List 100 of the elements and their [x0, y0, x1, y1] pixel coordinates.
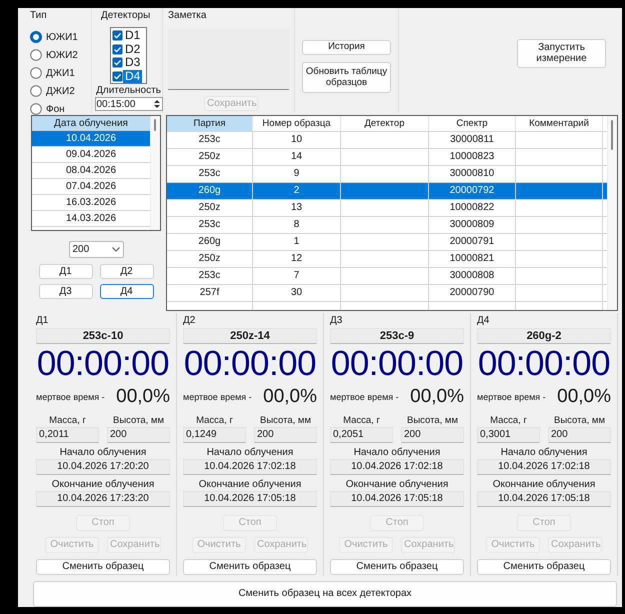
table-row[interactable]: 253c 7 30000808 [167, 268, 607, 285]
radio-option[interactable]: ДЖИ1 [30, 64, 91, 82]
field-label: Окончание облучения [50, 478, 156, 491]
dead-time-value: 00,0% [116, 386, 170, 408]
scrollbar[interactable] [150, 116, 160, 230]
table-cell: 250z [167, 200, 253, 216]
history-button[interactable]: История [302, 40, 391, 55]
timer-display: 00:00:00 [36, 346, 170, 382]
start-time-field: 10.04.2026 17:20:20 [36, 459, 170, 475]
table-row[interactable]: 260g 2 20000792 [167, 183, 607, 200]
table-cell: 9 [253, 166, 341, 182]
date-row[interactable]: 10.04.2026 [32, 131, 150, 147]
end-time-field: 10.04.2026 17:23:20 [36, 491, 170, 507]
table-row[interactable]: 250z 14 10000823 [167, 149, 607, 166]
table-cell: 10 [253, 132, 341, 148]
table-cell: 250z [167, 149, 253, 165]
mass-field: 0,2011 [36, 427, 99, 443]
group-label: Заметка [168, 10, 208, 22]
field-label: Масса, г [342, 414, 381, 427]
spinner-arrows-icon[interactable] [152, 98, 162, 110]
scrollbar[interactable] [607, 116, 617, 310]
change-sample-button[interactable]: Сменить образец [183, 559, 317, 575]
detector-button[interactable]: Д1 [38, 264, 92, 279]
checkbox-icon[interactable] [112, 57, 123, 68]
column-header[interactable]: Спектр [429, 116, 516, 131]
table-cell: 260g [167, 183, 253, 199]
field-label: Масса, г [489, 414, 528, 427]
mass-field: 0,3001 [477, 427, 540, 443]
field-label: Масса, г [195, 414, 234, 427]
radio-option[interactable]: ДЖИ2 [30, 82, 91, 100]
list-item[interactable]: D2 [112, 42, 145, 56]
note-field[interactable] [168, 29, 289, 90]
checkbox-icon[interactable] [112, 44, 123, 55]
column-header[interactable]: Дата облучения [32, 116, 150, 131]
table-cell: 8 [253, 217, 341, 233]
start-button[interactable]: Запустить измерение [517, 38, 606, 68]
mass-field: 0,1249 [183, 427, 246, 443]
count-dropdown[interactable]: 200 [68, 241, 124, 258]
field-label: Длительность [96, 85, 161, 97]
checkbox-icon[interactable] [112, 70, 123, 82]
height-field: 200 [401, 427, 464, 443]
radio-option[interactable]: Фон [30, 100, 91, 118]
table-row[interactable]: 253c 10 30000811 [167, 132, 607, 149]
field-label: Начало облучения [206, 446, 294, 459]
field-label: Окончание облучения [344, 478, 450, 491]
field-label: Высота, мм [406, 414, 459, 427]
detector-button[interactable]: Д3 [38, 284, 92, 299]
change-sample-button[interactable]: Сменить образец [477, 559, 611, 575]
column-header[interactable]: Номер образца [253, 116, 341, 131]
column-header[interactable]: Комментарий [516, 116, 603, 131]
sample-name: 253c-9 [330, 328, 464, 344]
chevron-down-icon [112, 247, 120, 252]
change-sample-button[interactable]: Сменить образец [330, 559, 464, 575]
detector-button[interactable]: Д2 [100, 264, 154, 279]
table-cell: 257f [167, 285, 253, 301]
table-row[interactable]: 250z 12 10000821 [167, 251, 607, 268]
column-header[interactable]: Партия [167, 116, 253, 131]
field-label: Высота, мм [553, 414, 606, 427]
column-header[interactable]: Детектор [341, 116, 429, 131]
dropdown-value: 200 [72, 244, 90, 255]
table-row[interactable]: 250z 13 10000822 [167, 200, 607, 217]
detector-label: Д3 [330, 315, 344, 326]
checkbox-icon[interactable] [112, 30, 123, 42]
table-cell: 30000811 [429, 132, 516, 148]
list-item[interactable]: D1 [112, 29, 145, 42]
change-all-button[interactable]: Сменить образец на всех детекторах [33, 581, 617, 607]
table-cell: 30000810 [429, 166, 516, 182]
radio-option[interactable]: ЮЖИ1 [30, 28, 91, 46]
refresh-button[interactable]: Обновить таблицу образцов [302, 62, 391, 93]
table-cell: 10000822 [429, 200, 516, 216]
list-item[interactable]: D3 [112, 56, 145, 70]
detector-button[interactable]: Д4 [100, 284, 154, 299]
start-time-field: 10.04.2026 17:02:18 [477, 459, 611, 475]
height-field: 200 [548, 427, 611, 443]
field-label: Масса, г [48, 414, 87, 427]
detector-label: Д1 [36, 315, 50, 326]
table-cell: 20000792 [429, 183, 516, 199]
duration-field[interactable]: 00:15:00 [94, 97, 162, 111]
field-label: Окончание облучения [492, 478, 596, 491]
table-cell: 20000790 [429, 285, 516, 301]
table-row[interactable]: 260g 1 20000791 [167, 234, 607, 251]
table-cell: 1 [253, 234, 341, 250]
table-row[interactable]: 257f 30 20000790 [167, 285, 607, 302]
timer-display: 00:00:00 [477, 346, 611, 382]
end-time-field: 10.04.2026 17:05:18 [183, 491, 317, 507]
table-cell: 253c [167, 166, 253, 182]
sample-name: 253c-10 [36, 328, 170, 344]
mass-field: 0,2051 [330, 427, 393, 443]
height-field: 200 [107, 427, 170, 443]
table-cell: 7 [253, 268, 341, 284]
group-label: Детекторы [100, 10, 150, 22]
radio-option[interactable]: ЮЖИ2 [30, 46, 91, 64]
dead-time-label: мертвое время - [36, 392, 105, 402]
table-cell: 253c [167, 132, 253, 148]
sample-name: 260g-2 [477, 328, 611, 344]
change-sample-button[interactable]: Сменить образец [36, 559, 170, 575]
table-cell: 10000821 [429, 251, 516, 267]
table-cell: 30000808 [429, 268, 516, 284]
table-row[interactable]: 253c 8 30000809 [167, 217, 607, 234]
dead-time-label: мертвое время - [183, 392, 252, 402]
